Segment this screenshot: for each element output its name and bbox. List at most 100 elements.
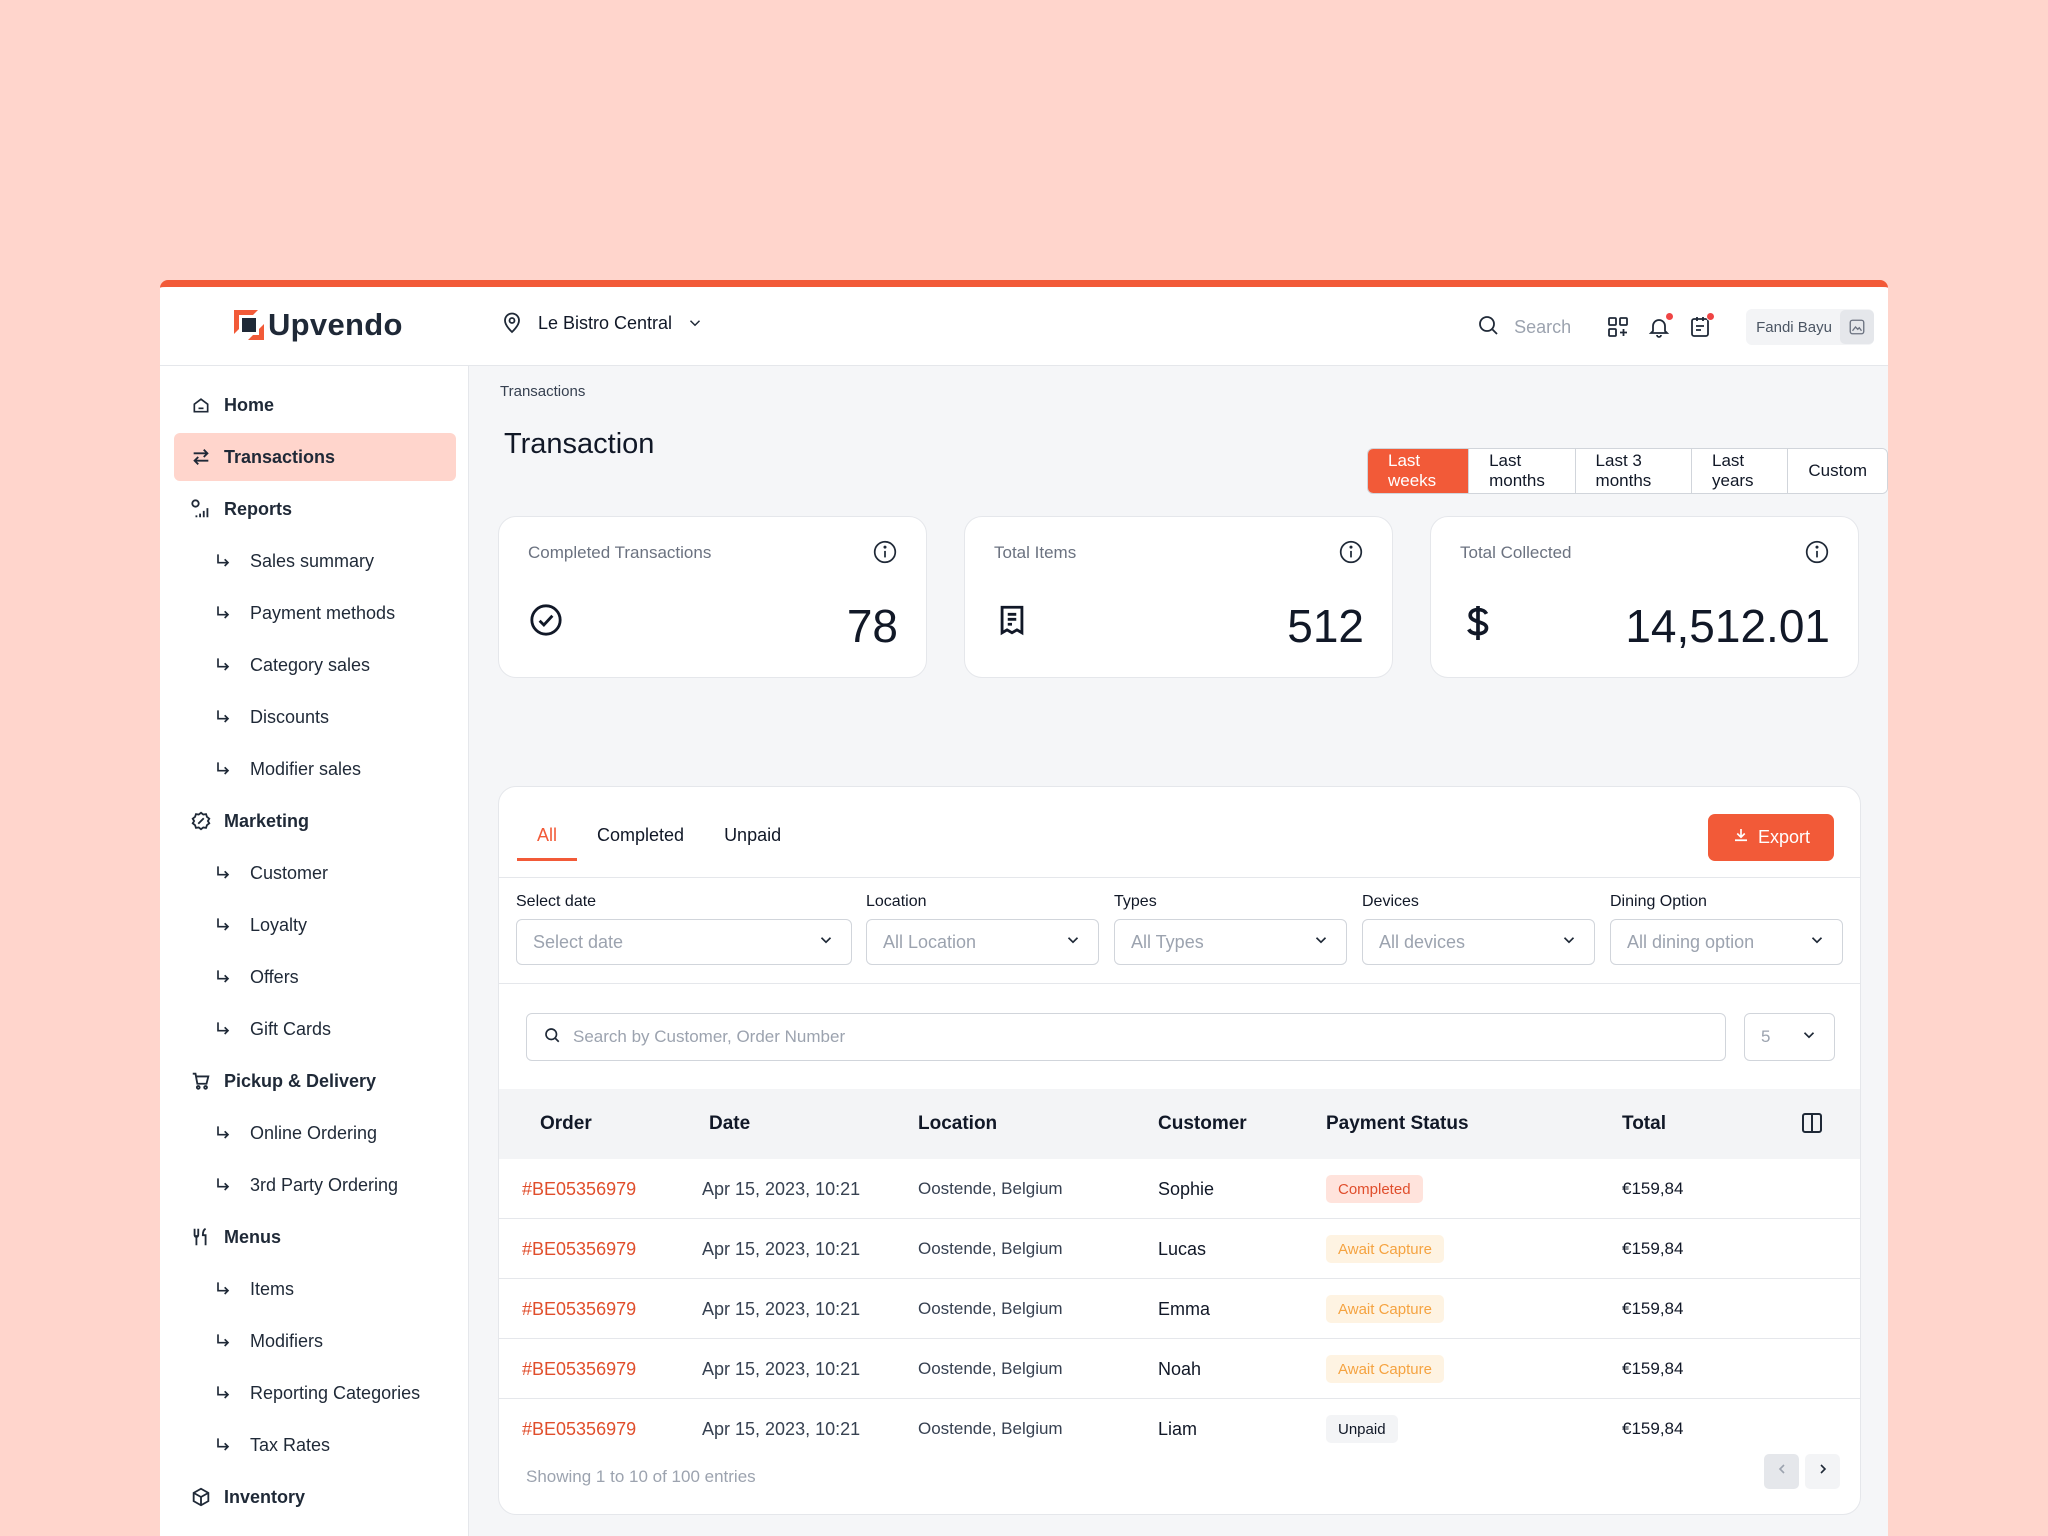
sidebar-item-marketing[interactable]: Marketing [174,797,456,845]
table-row[interactable]: #BE05356979 Apr 15, 2023, 10:21 Oostende… [499,1159,1860,1219]
select-date-dropdown[interactable]: Select date [516,919,852,965]
tab-unpaid[interactable]: Unpaid [704,809,801,861]
info-icon[interactable] [872,539,898,570]
sub-arrow-icon [212,1382,234,1404]
table-row[interactable]: #BE05356979 Apr 15, 2023, 10:21 Oostende… [499,1219,1860,1279]
column-header-total[interactable]: Total [1622,1089,1666,1159]
sidebar-item-reporting-categories[interactable]: Reporting Categories [174,1369,456,1417]
order-number-link[interactable]: #BE05356979 [522,1339,636,1399]
table-row[interactable]: #BE05356979 Apr 15, 2023, 10:21 Oostende… [499,1339,1860,1399]
divider [499,877,1860,878]
order-date: Apr 15, 2023, 10:21 [702,1298,861,1319]
range-last-weeks-button[interactable]: Last weeks [1368,449,1470,493]
column-header-date[interactable]: Date [709,1089,750,1159]
clipboard-icon[interactable] [1687,312,1716,340]
order-number-link[interactable]: #BE05356979 [522,1219,636,1279]
page-size-select[interactable]: 5 [1744,1013,1835,1061]
order-customer: Lucas [1158,1238,1207,1259]
column-header-payment-status[interactable]: Payment Status [1326,1089,1469,1159]
location-dropdown[interactable]: All Location [866,919,1099,965]
sidebar-item-offers[interactable]: Offers [174,953,456,1001]
columns-toggle-icon[interactable] [1800,1111,1824,1140]
dining-option-dropdown[interactable]: All dining option [1610,919,1843,965]
global-search[interactable]: Search [1476,313,1571,342]
map-pin-icon [500,311,524,335]
sidebar-item-online-ordering[interactable]: Online Ordering [174,1109,456,1157]
sidebar-item-modifiers[interactable]: Modifiers [174,1317,456,1365]
sidebar-item-label: Customer [250,862,329,883]
sub-arrow-icon [212,966,234,988]
column-header-customer[interactable]: Customer [1158,1089,1247,1159]
sidebar-item-home[interactable]: Home [174,381,456,429]
payment-status-cell: Await Capture [1326,1219,1444,1279]
sidebar-item-items[interactable]: Items [174,1265,456,1313]
range-last-years-button[interactable]: Last years [1691,449,1789,493]
chevron-right-icon [1815,1461,1831,1482]
task-dot [1706,312,1716,321]
column-header-location[interactable]: Location [918,1089,997,1159]
sidebar-item-label: Reporting Categories [250,1382,421,1403]
stat-card-total-items: Total Items 512 [964,516,1393,678]
types-dropdown[interactable]: All Types [1114,919,1347,965]
sidebar-item-transactions[interactable]: Transactions [174,433,456,481]
sidebar-item-gift-cards[interactable]: Gift Cards [174,1005,456,1053]
order-total: €159,84 [1622,1359,1684,1378]
order-customer: Sophie [1158,1178,1215,1199]
sidebar-item-3rd-party-ordering[interactable]: 3rd Party Ordering [174,1161,456,1209]
breadcrumb[interactable]: Transactions [500,383,585,400]
apps-icon[interactable] [1605,314,1631,340]
sidebar-item-payment-methods[interactable]: Payment methods [174,589,456,637]
sub-arrow-icon [212,914,234,936]
user-menu[interactable]: Fandi Bayu [1746,309,1874,345]
dropdown-value: All devices [1379,931,1466,952]
info-icon[interactable] [1338,539,1364,570]
sidebar-item-label: Loyalty [250,914,308,935]
table-search-input[interactable]: Search by Customer, Order Number [526,1013,1726,1061]
transactions-panel: All Completed Unpaid Export Select date … [498,786,1861,1515]
table-row[interactable]: #BE05356979 Apr 15, 2023, 10:21 Oostende… [499,1399,1860,1459]
search-icon [543,1026,561,1049]
order-number-link[interactable]: #BE05356979 [522,1399,636,1459]
tab-completed[interactable]: Completed [577,809,704,861]
info-icon[interactable] [1804,539,1830,570]
location-picker[interactable]: Le Bistro Central [500,311,704,335]
devices-dropdown[interactable]: All devices [1362,919,1595,965]
order-number-link[interactable]: #BE05356979 [522,1159,636,1219]
reports-chart-icon [190,498,212,520]
order-location: Oostende, Belgium [918,1419,1063,1438]
sidebar-item-menus[interactable]: Menus [174,1213,456,1261]
filter-types: Types All Types [1114,893,1347,965]
table-row[interactable]: #BE05356979 Apr 15, 2023, 10:21 Oostende… [499,1279,1860,1339]
next-page-button[interactable] [1805,1454,1840,1489]
sidebar-item-category-sales[interactable]: Category sales [174,641,456,689]
tab-all[interactable]: All [517,809,578,861]
sidebar-item-discounts[interactable]: Discounts [174,693,456,741]
payment-status-cell: Await Capture [1326,1339,1444,1399]
payment-status-cell: Completed [1326,1159,1423,1219]
range-custom-button[interactable]: Custom [1788,449,1887,493]
sidebar-item-sales-summary[interactable]: Sales summary [174,537,456,585]
sidebar-item-modifier-sales[interactable]: Modifier sales [174,745,456,793]
sidebar-item-tax-rates[interactable]: Tax Rates [174,1421,456,1469]
range-last-months-button[interactable]: Last months [1469,449,1576,493]
previous-page-button[interactable] [1764,1454,1799,1489]
sidebar-item-loyalty[interactable]: Loyalty [174,901,456,949]
column-header-order[interactable]: Order [540,1089,592,1159]
sidebar-item-inventory[interactable]: Inventory [174,1473,456,1521]
download-icon [1732,826,1750,849]
range-last-3-months-button[interactable]: Last 3 months [1575,449,1692,493]
sidebar-item-reports[interactable]: Reports [174,485,456,533]
export-button[interactable]: Export [1708,814,1834,861]
chevron-down-icon [1800,1026,1818,1049]
chevron-down-icon [817,931,835,954]
order-number-link[interactable]: #BE05356979 [522,1279,636,1339]
brand-logo[interactable]: Upvendo [234,307,403,343]
order-customer: Liam [1158,1418,1198,1439]
stat-label: Total Items [994,543,1077,562]
status-badge: Completed [1326,1175,1423,1203]
sidebar-item-customer[interactable]: Customer [174,849,456,897]
sidebar-item-pickup-delivery[interactable]: Pickup & Delivery [174,1057,456,1105]
notification-bell-icon[interactable] [1646,312,1675,340]
filter-label: Location [866,893,927,910]
order-date: Apr 15, 2023, 10:21 [702,1418,861,1439]
